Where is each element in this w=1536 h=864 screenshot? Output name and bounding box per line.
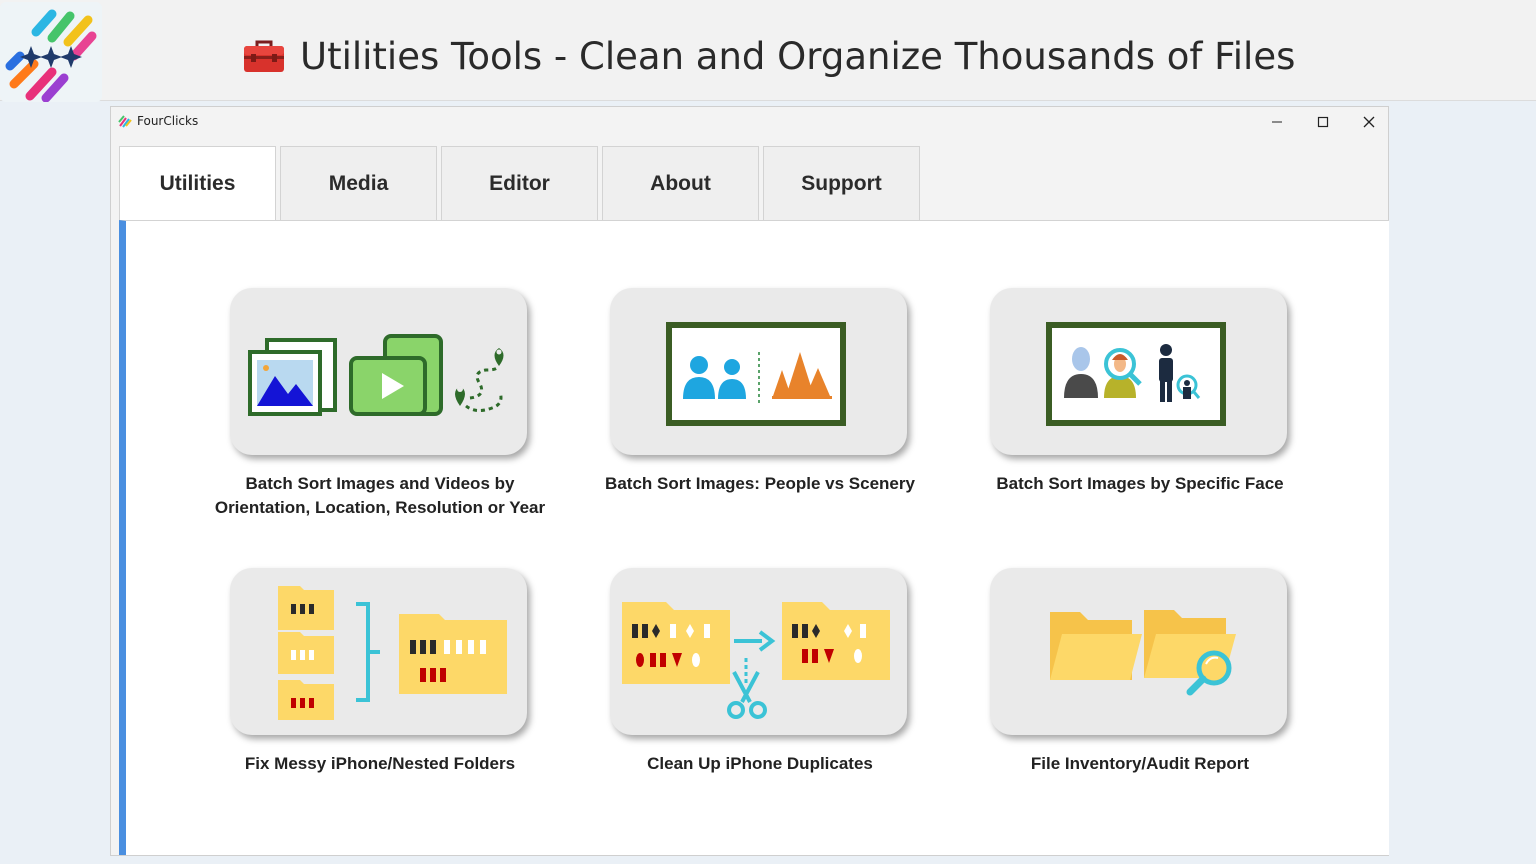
card-button[interactable] bbox=[610, 288, 907, 455]
tab-about[interactable]: About bbox=[602, 146, 759, 220]
card-label: Batch Sort Images: People vs Scenery bbox=[605, 474, 915, 493]
card-label: Batch Sort Images by Specific Face bbox=[996, 474, 1284, 493]
card-label: Fix Messy iPhone/Nested Folders bbox=[244, 754, 516, 773]
tab-support[interactable]: Support bbox=[763, 146, 920, 220]
fourclicks-icon bbox=[117, 113, 133, 134]
minimize-button[interactable] bbox=[1254, 107, 1300, 137]
images-videos-location-icon bbox=[248, 334, 504, 416]
card-label: Batch Sort Images and Videos by Orientat… bbox=[214, 474, 546, 517]
toolbox-icon bbox=[242, 38, 286, 74]
folder-audit-icon bbox=[1050, 610, 1236, 696]
utilities-panel: Batch Sort Images and Videos by Orientat… bbox=[119, 220, 1389, 855]
card-label: Clean Up iPhone Duplicates bbox=[647, 754, 873, 773]
merge-folders-icon bbox=[278, 586, 507, 720]
banner-title: Utilities Tools - Clean and Organize Tho… bbox=[242, 30, 1295, 82]
card-label: File Inventory/Audit Report bbox=[1030, 754, 1250, 773]
close-icon bbox=[1363, 116, 1375, 128]
tab-media[interactable]: Media bbox=[280, 146, 437, 220]
card-button[interactable] bbox=[230, 568, 527, 735]
app-window: FourClicks Utilities Media Editor About … bbox=[110, 106, 1389, 856]
minimize-icon bbox=[1272, 121, 1282, 123]
tab-utilities[interactable]: Utilities bbox=[119, 146, 276, 221]
tab-editor[interactable]: Editor bbox=[441, 146, 598, 220]
maximize-icon bbox=[1317, 116, 1329, 128]
card-button[interactable] bbox=[990, 288, 1287, 455]
close-button[interactable] bbox=[1346, 107, 1392, 137]
maximize-button[interactable] bbox=[1300, 107, 1346, 137]
banner: Utilities Tools - Clean and Organize Tho… bbox=[0, 0, 1536, 103]
remove-duplicates-icon bbox=[622, 602, 890, 719]
card-button[interactable] bbox=[990, 568, 1287, 735]
app-logo bbox=[0, 2, 102, 103]
banner-title-text: Utilities Tools - Clean and Organize Tho… bbox=[300, 34, 1296, 78]
card-button[interactable] bbox=[230, 288, 527, 455]
people-vs-scenery-icon bbox=[666, 322, 846, 426]
title-bar: FourClicks bbox=[111, 107, 1388, 137]
face-search-icon bbox=[1046, 322, 1226, 426]
card-button[interactable] bbox=[610, 568, 907, 735]
window-title: FourClicks bbox=[137, 114, 199, 128]
